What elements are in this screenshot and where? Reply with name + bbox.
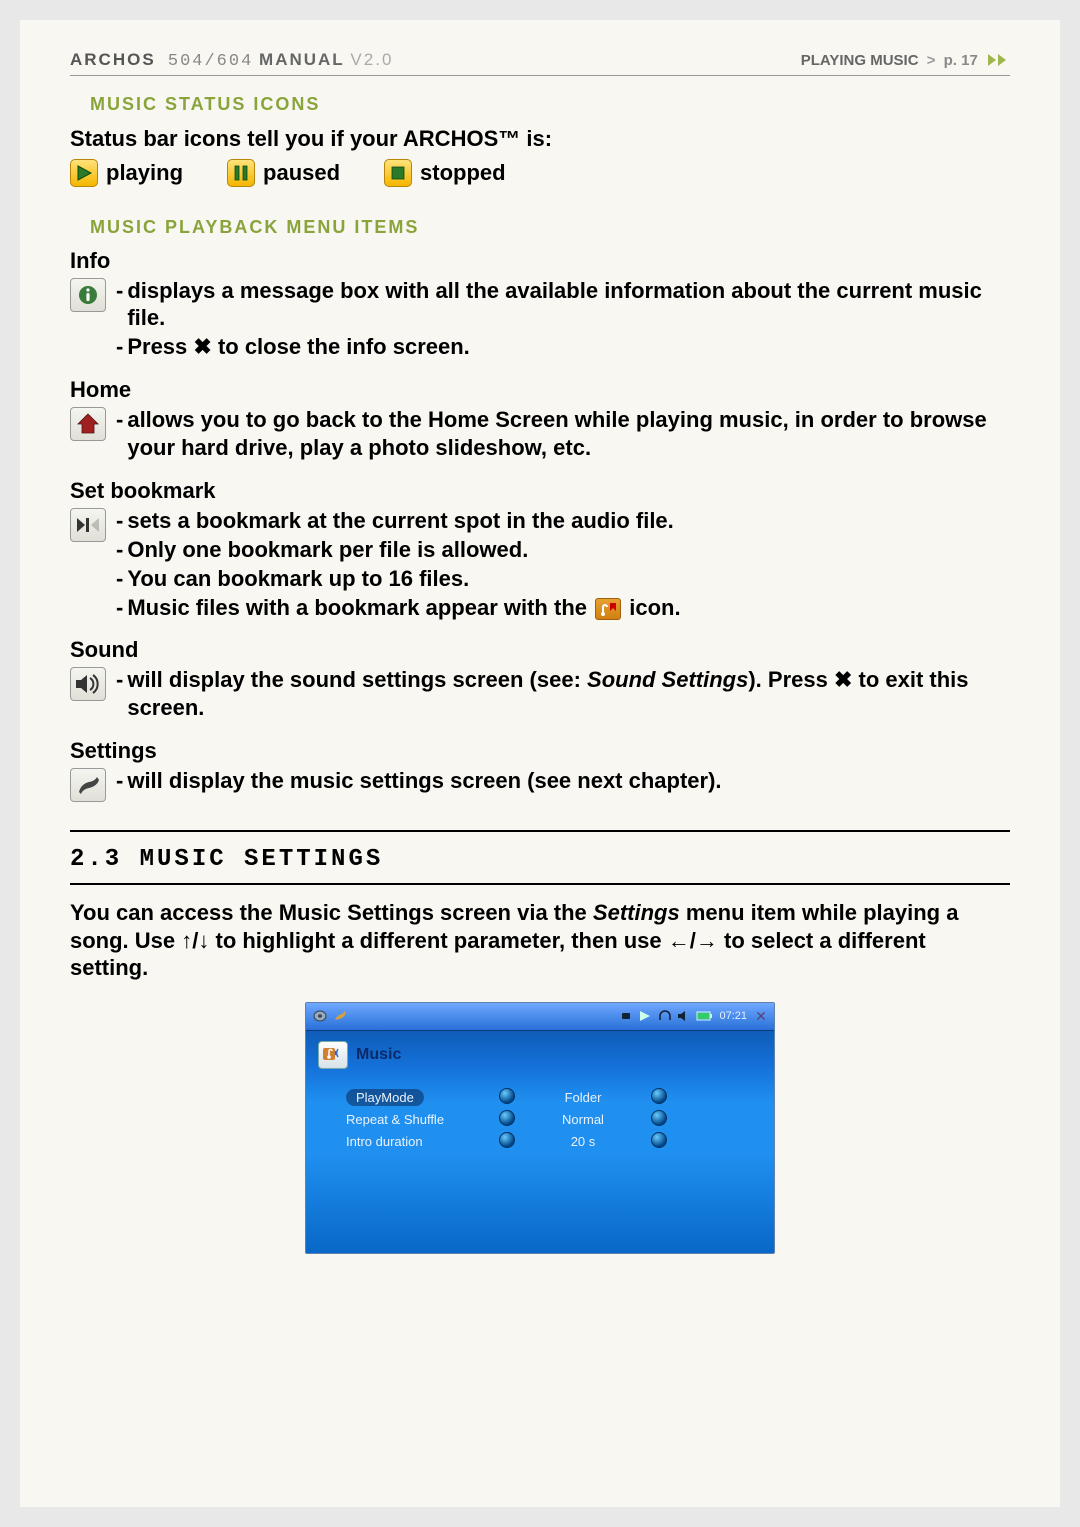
topbar-disc-icon [312, 1009, 328, 1023]
stop-icon [384, 159, 412, 187]
home-icon [70, 407, 106, 441]
sound-bullet-1: will display the sound settings screen (… [127, 666, 1010, 721]
bookmark-file-icon [595, 598, 621, 620]
status-intro: Status bar icons tell you if your ARCHOS… [70, 125, 1010, 153]
x-icon: ✖ [834, 667, 852, 692]
settings-label: Intro duration [346, 1134, 423, 1149]
bookmark-bullet-1: sets a bookmark at the current spot in t… [127, 507, 1010, 535]
play-icon [70, 159, 98, 187]
topbar-play-icon [639, 1009, 655, 1023]
settings-row-repeat[interactable]: Repeat & Shuffle Normal [346, 1109, 750, 1131]
screenshot-title-row: Music [306, 1031, 774, 1083]
status-playing-label: playing [106, 160, 183, 186]
header-left: ARCHOS 504/604 MANUAL V2.0 [70, 50, 393, 71]
increase-icon[interactable] [651, 1132, 667, 1148]
settings-icon [70, 768, 106, 802]
left-right-arrows-icon: ←/→ [668, 928, 718, 953]
status-stopped-label: stopped [420, 160, 506, 186]
settings-value: Folder [518, 1090, 648, 1105]
topbar-right-icons: 07:21 ✕ [620, 1008, 768, 1025]
info-bullet-2: Press ✖ to close the info screen. [127, 333, 1010, 361]
breadcrumb-separator: > [927, 52, 936, 69]
topbar-left-icons [312, 1009, 348, 1023]
manual-label: MANUAL [259, 50, 345, 69]
menu-item-bookmark: Set bookmark -sets a bookmark at the cur… [70, 478, 1010, 621]
status-icons-row: playing paused stopped [70, 159, 1010, 187]
topbar-wrench-icon [332, 1009, 348, 1023]
decrease-icon[interactable] [499, 1110, 515, 1126]
status-playing: playing [70, 159, 183, 187]
menu-item-sound: Sound -will display the sound settings s… [70, 637, 1010, 722]
screenshot-topbar: 07:21 ✕ [306, 1003, 774, 1031]
topbar-close-icon[interactable]: ✕ [754, 1008, 768, 1025]
music-tile-icon [318, 1041, 348, 1069]
topbar-time: 07:21 [719, 1010, 747, 1022]
section-heading-menu-items: MUSIC PLAYBACK MENU ITEMS [90, 217, 1010, 238]
sound-icon [70, 667, 106, 701]
settings-paragraph: You can access the Music Settings screen… [70, 899, 1010, 982]
settings-bullet-1: will display the music settings screen (… [127, 767, 1010, 795]
topbar-headphones-icon [658, 1009, 674, 1023]
up-down-arrows-icon: ↑/↓ [181, 928, 209, 953]
brand: ARCHOS [70, 50, 156, 69]
status-stopped: stopped [384, 159, 506, 187]
bookmark-bullet-2: Only one bookmark per file is allowed. [127, 536, 1010, 564]
settings-label: Repeat & Shuffle [346, 1112, 444, 1127]
manual-page: ARCHOS 504/604 MANUAL V2.0 PLAYING MUSIC… [20, 20, 1060, 1507]
settings-label: Settings [70, 738, 1010, 764]
header-rule [70, 75, 1010, 76]
chapter-rule-bottom [70, 883, 1010, 885]
x-icon: ✖ [193, 334, 211, 359]
chapter-heading: 2.3 MUSIC SETTINGS [70, 846, 1010, 873]
increase-icon[interactable] [651, 1110, 667, 1126]
settings-row-intro[interactable]: Intro duration 20 s [346, 1131, 750, 1153]
settings-value: Normal [518, 1112, 648, 1127]
bookmark-bullet-4: Music files with a bookmark appear with … [127, 594, 1010, 622]
home-bullet-1: allows you to go back to the Home Screen… [127, 406, 1010, 461]
page-header: ARCHOS 504/604 MANUAL V2.0 PLAYING MUSIC… [70, 50, 1010, 71]
chapter-rule-top [70, 830, 1010, 832]
menu-item-home: Home -allows you to go back to the Home … [70, 377, 1010, 462]
section-name: PLAYING MUSIC [801, 52, 919, 69]
status-paused-label: paused [263, 160, 340, 186]
bookmark-label: Set bookmark [70, 478, 1010, 504]
section-heading-status-icons: MUSIC STATUS ICONS [90, 94, 1010, 115]
info-bullet-1: displays a message box with all the avai… [127, 277, 1010, 332]
topbar-speaker-icon [677, 1009, 693, 1023]
info-label: Info [70, 248, 1010, 274]
increase-icon[interactable] [651, 1088, 667, 1104]
bookmark-icon [70, 508, 106, 542]
settings-label: PlayMode [346, 1089, 424, 1106]
decrease-icon[interactable] [499, 1132, 515, 1148]
settings-value: 20 s [518, 1134, 648, 1149]
header-right: PLAYING MUSIC > p. 17 [801, 52, 1010, 70]
topbar-battery-icon [696, 1009, 712, 1023]
topbar-plug-icon [620, 1009, 636, 1023]
pause-icon [227, 159, 255, 187]
settings-grid: PlayMode Folder Repeat & Shuffle Normal … [306, 1083, 774, 1253]
model [156, 52, 168, 71]
settings-row-playmode[interactable]: PlayMode Folder [346, 1087, 750, 1109]
decrease-icon[interactable] [499, 1088, 515, 1104]
device-screenshot: 07:21 ✕ Music PlayMode Folder Repeat & S… [305, 1002, 775, 1254]
version: V2.0 [350, 50, 393, 69]
bookmark-bullet-3: You can bookmark up to 16 files. [127, 565, 1010, 593]
menu-item-settings: Settings -will display the music setting… [70, 738, 1010, 802]
status-paused: paused [227, 159, 340, 187]
screenshot-title: Music [356, 1046, 401, 1064]
info-icon [70, 278, 106, 312]
menu-item-info: Info -displays a message box with all th… [70, 248, 1010, 362]
sound-label: Sound [70, 637, 1010, 663]
page-number: p. 17 [944, 52, 978, 69]
next-page-icon[interactable] [988, 53, 1010, 70]
home-label: Home [70, 377, 1010, 403]
